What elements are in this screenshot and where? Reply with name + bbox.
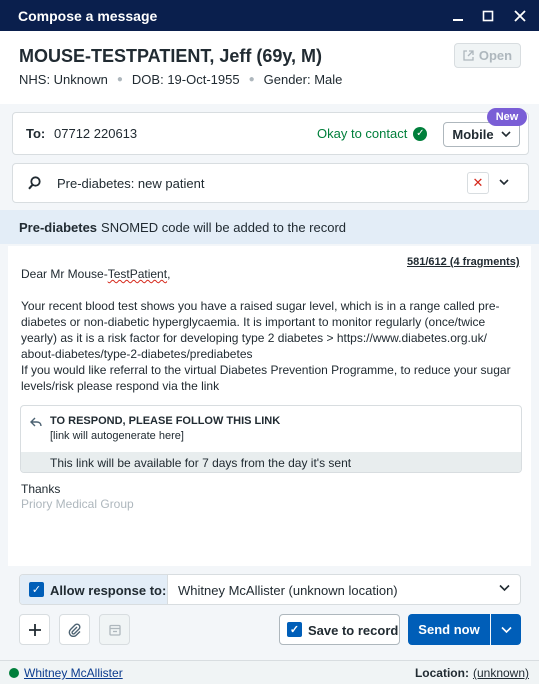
signoff: Thanks	[21, 482, 61, 496]
add-button[interactable]	[19, 614, 50, 645]
new-badge: New	[487, 108, 527, 126]
snomed-text: SNOMED code will be added to the record	[101, 219, 347, 235]
close-button[interactable]	[510, 6, 530, 26]
maximize-button[interactable]	[478, 6, 498, 26]
location-info: Location: (unknown)	[415, 666, 529, 680]
recipient-number: 07712 220613	[54, 126, 138, 141]
allow-response-checkbox[interactable]: ✓	[29, 582, 44, 597]
greeting: Dear Mr Mouse-TestPatient,	[21, 266, 513, 282]
response-recipient-select[interactable]: Whitney McAllister (unknown location)	[178, 583, 398, 598]
chevron-down-icon	[501, 131, 511, 138]
patient-name: MOUSE-TESTPATIENT, Jeff (69y, M)	[19, 46, 323, 66]
phone-type-value: Mobile	[452, 127, 494, 142]
save-to-record-checkbox[interactable]: ✓	[287, 622, 302, 637]
plus-icon	[28, 623, 41, 636]
allow-response-row: ✓ Allow response to: Whitney McAllister …	[19, 574, 521, 605]
maximize-icon	[482, 10, 494, 22]
send-options-button[interactable]	[491, 614, 521, 645]
patient-header: MOUSE-TESTPATIENT, Jeff (69y, M) NHS: Un…	[0, 31, 539, 104]
message-body[interactable]: Dear Mr Mouse-TestPatient, Your recent b…	[21, 266, 513, 394]
message-paragraph: If you would like referral to the virtua…	[21, 363, 511, 393]
greeting-prefix: Dear Mr Mouse-	[21, 267, 108, 281]
check-circle-icon: ✓	[413, 126, 428, 141]
gender: Gender: Male	[263, 72, 343, 87]
recipient-card: To: 07712 220613 Okay to contact ✓ Mobil…	[12, 112, 529, 155]
response-link-box: TO RESPOND, PLEASE FOLLOW THIS LINK [lin…	[20, 405, 522, 473]
contact-status: Okay to contact ✓	[317, 126, 428, 141]
paperclip-icon	[68, 622, 81, 637]
snomed-condition: Pre-diabetes	[19, 219, 98, 235]
window-title: Compose a message	[18, 7, 158, 24]
minimize-button[interactable]	[448, 6, 468, 26]
separator-dot: ●	[248, 74, 255, 85]
status-bar: Whitney McAllister Location: (unknown)	[0, 660, 539, 684]
to-label: To:	[26, 126, 46, 141]
chevron-down-icon[interactable]	[498, 175, 510, 189]
allow-response-toggle[interactable]: ✓ Allow response to:	[20, 575, 168, 604]
separator-dot: ●	[116, 74, 123, 85]
date-of-birth: DOB: 19-Oct-1955	[131, 72, 240, 87]
external-link-icon	[463, 50, 474, 61]
contact-status-label: Okay to contact	[317, 126, 408, 141]
calendar-icon	[108, 624, 121, 636]
attach-button[interactable]	[59, 614, 90, 645]
template-name: Pre-diabetes: new patient	[57, 176, 205, 191]
chevron-down-icon	[500, 626, 512, 633]
message-paragraph: Your recent blood test shows you have a …	[21, 299, 500, 361]
template-selector[interactable]: Pre-diabetes: new patient ✕	[12, 163, 529, 203]
close-icon: ✕	[472, 175, 484, 190]
link-placeholder: [link will autogenerate here]	[50, 430, 184, 442]
link-availability: This link will be available for 7 days f…	[21, 452, 521, 472]
patient-demographics: NHS: Unknown ● DOB: 19-Oct-1955 ● Gender…	[19, 72, 342, 87]
snomed-notice: Pre-diabetes SNOMED code will be added t…	[0, 210, 539, 244]
online-status-icon	[9, 668, 19, 678]
location-value-link[interactable]: (unknown)	[473, 666, 529, 680]
reply-icon	[30, 416, 42, 430]
nhs-number: NHS: Unknown	[19, 72, 108, 87]
organisation-name: Priory Medical Group	[21, 497, 134, 511]
save-to-record-label: Save to record	[308, 623, 399, 638]
save-to-record-toggle[interactable]: ✓ Save to record	[279, 614, 400, 645]
greeting-name: TestPatient	[107, 267, 168, 281]
clear-template-button[interactable]: ✕	[467, 172, 489, 194]
open-record-button[interactable]: Open	[454, 43, 521, 68]
chevron-down-icon[interactable]	[499, 584, 510, 592]
location-label: Location:	[414, 666, 469, 680]
template-button[interactable]	[99, 614, 130, 645]
minimize-icon	[453, 19, 463, 21]
search-icon	[28, 176, 41, 190]
open-button-label: Open	[478, 48, 513, 63]
send-now-button[interactable]: Send now	[408, 614, 490, 645]
current-user-link[interactable]: Whitney McAllister	[24, 666, 123, 680]
allow-response-label: Allow response to:	[50, 583, 167, 598]
link-heading: TO RESPOND, PLEASE FOLLOW THIS LINK	[50, 415, 281, 427]
greeting-suffix: ,	[167, 267, 171, 281]
close-icon	[514, 10, 526, 22]
